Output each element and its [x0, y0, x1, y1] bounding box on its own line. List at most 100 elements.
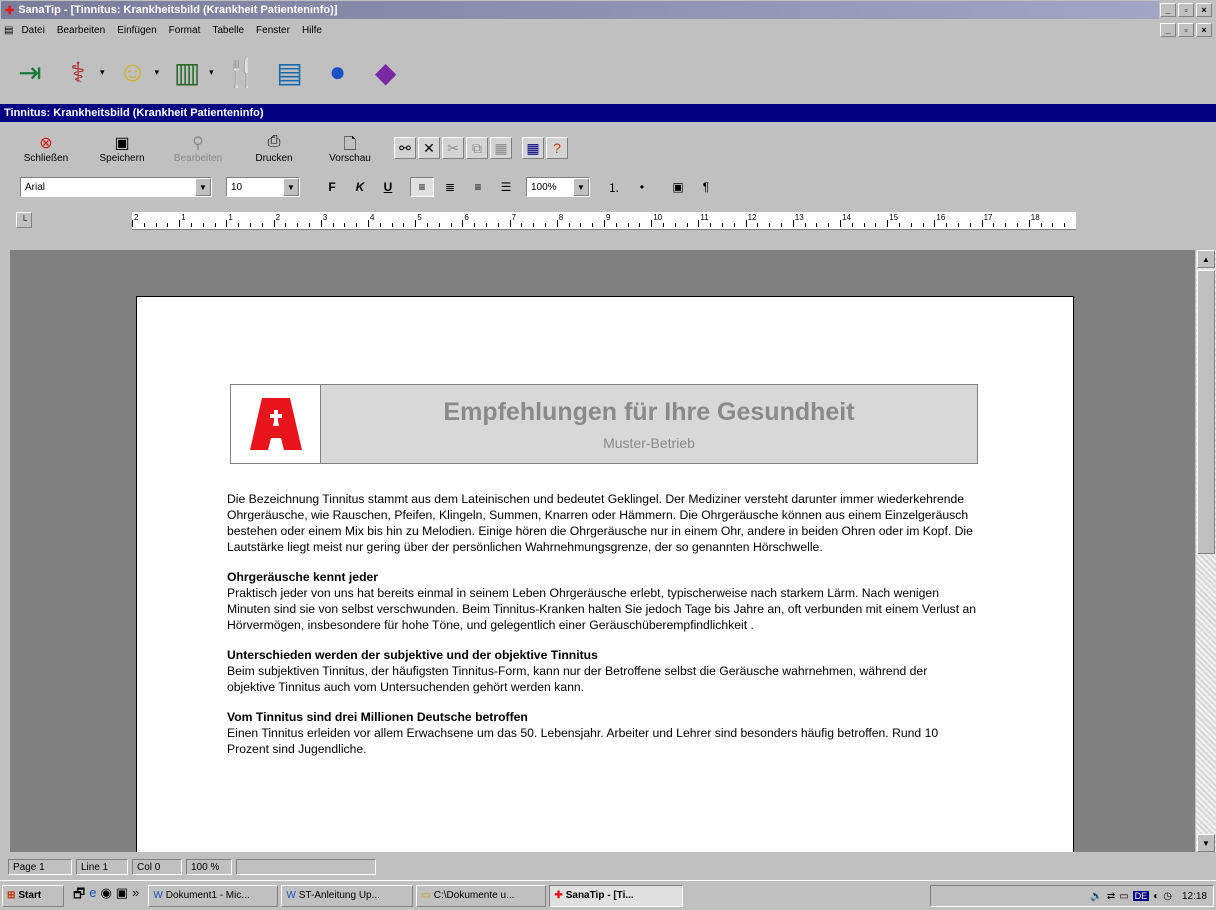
- ruler-number: 2: [275, 213, 281, 222]
- edit-button[interactable]: ⚲ Bearbeiten: [162, 127, 234, 169]
- newsletter-icon[interactable]: ▤: [270, 52, 310, 92]
- taskbar: ⊞ Start 🗗 e ◉ ▣ » W Dokument1 - Mic... W…: [0, 880, 1216, 910]
- align-left-icon[interactable]: ≡: [410, 177, 434, 197]
- task-label: SanaTip - [Ti...: [565, 890, 634, 901]
- justify-icon[interactable]: ☰: [494, 177, 518, 197]
- italic-button[interactable]: K: [348, 177, 372, 197]
- start-button[interactable]: ⊞ Start: [2, 884, 64, 907]
- close-window-button[interactable]: ×: [1196, 3, 1212, 17]
- menu-edit[interactable]: Bearbeiten: [51, 25, 111, 36]
- doc-close-button[interactable]: ×: [1196, 23, 1212, 37]
- align-right-icon[interactable]: ≡: [466, 177, 490, 197]
- scroll-up-icon[interactable]: ▲: [1197, 250, 1215, 268]
- desktop-icon[interactable]: 🗗: [73, 885, 85, 907]
- chevron-down-icon[interactable]: ▾: [155, 67, 160, 78]
- binoculars-icon[interactable]: ⚯: [394, 137, 416, 159]
- copy-icon[interactable]: ⧉: [466, 137, 488, 159]
- frame-icon[interactable]: ▣: [666, 177, 690, 197]
- pilcrow-button[interactable]: ¶: [694, 177, 718, 197]
- ruler-tick: [981, 220, 983, 227]
- calendar-icon[interactable]: ▦: [522, 137, 544, 159]
- menu-insert[interactable]: Einfügen: [111, 25, 162, 36]
- more-icon[interactable]: »: [132, 885, 139, 907]
- task-sanatip[interactable]: ✚ SanaTip - [Ti...: [549, 884, 684, 907]
- menu-table[interactable]: Tabelle: [206, 25, 250, 36]
- preview-button[interactable]: 🗋 Vorschau: [314, 127, 386, 169]
- menu-format[interactable]: Format: [163, 25, 207, 36]
- chevron-down-icon[interactable]: ▼: [195, 178, 211, 196]
- language-indicator[interactable]: DE: [1132, 891, 1150, 901]
- font-size-value: 10: [231, 181, 243, 193]
- save-button[interactable]: ▣ Speichern: [86, 127, 158, 169]
- cut-icon[interactable]: ✂: [442, 137, 464, 159]
- globe-icon[interactable]: ●: [318, 52, 358, 92]
- document-page[interactable]: Empfehlungen für Ihre Gesundheit Muster-…: [136, 296, 1074, 852]
- menu-help[interactable]: Hilfe: [296, 25, 328, 36]
- cutlery-icon[interactable]: 🍴: [222, 52, 262, 92]
- channels-icon[interactable]: ◉: [100, 885, 111, 907]
- ruler-tick: [427, 223, 428, 227]
- network-icon[interactable]: ⇄: [1107, 891, 1115, 902]
- minimize-button[interactable]: _: [1160, 3, 1176, 17]
- task-st-anleitung[interactable]: W ST-Anleitung Up...: [281, 884, 414, 907]
- books-icon[interactable]: ▥: [167, 52, 207, 92]
- ruler-tick: [155, 223, 157, 227]
- browser-icon[interactable]: e: [89, 885, 96, 907]
- vertical-scrollbar[interactable]: ▲ ▼: [1196, 250, 1216, 852]
- doc-menu-icon[interactable]: ▤: [4, 25, 13, 36]
- section-paragraph: Einen Tinnitus erleiden vor allem Erwach…: [227, 726, 939, 756]
- chevron-down-icon[interactable]: ▾: [100, 67, 105, 78]
- sanatip-icon: ✚: [554, 890, 563, 901]
- help-book-icon[interactable]: ◆: [366, 52, 406, 92]
- outlook-icon[interactable]: ▣: [116, 885, 128, 907]
- scroll-thumb[interactable]: [1197, 270, 1215, 554]
- doctor-icon[interactable]: ☺: [113, 52, 153, 92]
- scheduler-icon[interactable]: ◷: [1163, 891, 1172, 902]
- font-size-select[interactable]: 10 ▼: [226, 177, 300, 197]
- font-select[interactable]: Arial ▼: [20, 177, 212, 197]
- ruler-tick: [297, 223, 299, 227]
- task-word-document[interactable]: W Dokument1 - Mic...: [148, 884, 279, 907]
- ruler-number: 4: [370, 213, 375, 222]
- first-aid-icon[interactable]: ⚕: [58, 52, 98, 92]
- scroll-down-icon[interactable]: ▼: [1197, 834, 1215, 852]
- menu-window[interactable]: Fenster: [250, 25, 296, 36]
- ruler-strip[interactable]: 2 1 1 2 3 4 5 6 7 8 9 10 11 12 13 14 15 16 17 18: [132, 212, 1076, 230]
- paste-icon[interactable]: ▦: [490, 137, 512, 159]
- help-icon[interactable]: ?: [546, 137, 568, 159]
- doc-minimize-button[interactable]: _: [1160, 23, 1176, 37]
- doc-restore-button[interactable]: ▫: [1178, 23, 1194, 37]
- close-button[interactable]: ⊗ Schließen: [10, 127, 82, 169]
- restore-button[interactable]: ▫: [1178, 3, 1194, 17]
- zoom-select[interactable]: 100% ▼: [526, 177, 590, 197]
- ruler-tick: [132, 220, 133, 227]
- underline-button[interactable]: U: [376, 177, 400, 197]
- monitor-icon[interactable]: ▭: [1119, 891, 1128, 902]
- exit-door-icon[interactable]: ⇥: [10, 52, 50, 92]
- menu-file[interactable]: Datei: [15, 25, 50, 36]
- ruler-tick: [580, 223, 582, 227]
- bullet-list-icon[interactable]: •: [630, 177, 654, 197]
- ruler-tick: [497, 223, 499, 227]
- status-bar: Page 1 Line 1 Col 0 100 %: [0, 856, 1216, 878]
- numbered-list-icon[interactable]: ⒈: [602, 177, 626, 197]
- delete-icon[interactable]: ✕: [418, 137, 440, 159]
- tab-stop-selector[interactable]: └: [16, 212, 32, 228]
- task-label: C:\Dokumente u...: [433, 890, 515, 901]
- status-line: Line 1: [76, 859, 128, 875]
- print-button[interactable]: ⎙ Drucken: [238, 127, 310, 169]
- task-explorer[interactable]: ▭ C:\Dokumente u...: [416, 884, 547, 907]
- document-workspace: Empfehlungen für Ihre Gesundheit Muster-…: [10, 250, 1195, 852]
- bold-button[interactable]: F: [320, 177, 344, 197]
- chevron-down-icon[interactable]: ▼: [573, 178, 589, 196]
- ruler-tick: [639, 223, 641, 227]
- chevron-down-icon[interactable]: ▾: [209, 67, 214, 78]
- ruler-tick: [1005, 223, 1007, 227]
- ruler-tick: [179, 220, 181, 227]
- speaker-icon[interactable]: 🔈: [1090, 891, 1102, 902]
- chevron-down-icon[interactable]: ▼: [283, 178, 299, 196]
- align-center-icon[interactable]: ≣: [438, 177, 462, 197]
- clock[interactable]: 12:18: [1182, 891, 1207, 902]
- ruler-tick: [450, 223, 452, 227]
- antivirus-icon[interactable]: ◐: [1153, 891, 1159, 902]
